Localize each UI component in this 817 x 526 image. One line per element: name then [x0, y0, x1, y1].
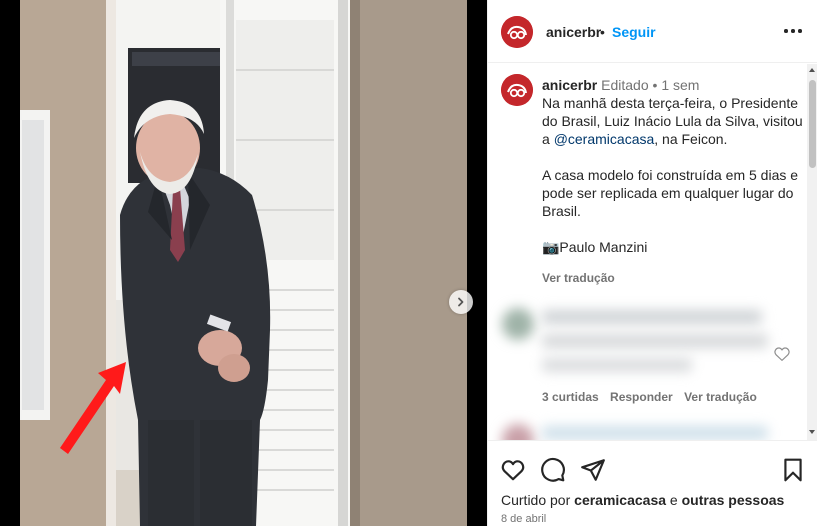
follow-button[interactable]: Seguir	[612, 24, 656, 40]
caption-header: anicerbr Editado • 1 sem	[542, 76, 699, 94]
likes-middle: e	[666, 492, 682, 508]
likes-user[interactable]: ceramicacasa	[574, 492, 666, 508]
caption-separator: •	[652, 77, 658, 93]
more-dot	[798, 29, 802, 33]
scroll-down-arrow[interactable]	[809, 430, 815, 434]
more-dot	[784, 29, 788, 33]
edited-label: Editado	[601, 77, 649, 93]
caption-time[interactable]: 1 sem	[661, 77, 699, 93]
bookmark-icon[interactable]	[780, 457, 806, 483]
brand-logo-icon	[501, 16, 533, 48]
post-media	[0, 0, 487, 526]
more-options-button[interactable]	[784, 22, 802, 40]
likes-summary: Curtido por ceramicacasa e outras pessoa…	[501, 492, 784, 508]
photo-illustration	[20, 0, 467, 526]
heart-outline-icon[interactable]	[773, 345, 791, 363]
mention-link[interactable]: @ceramicacasa	[554, 131, 655, 147]
carousel-next-button[interactable]	[449, 290, 473, 314]
blurred-comment-text	[542, 310, 762, 324]
blurred-comment-text	[542, 334, 768, 348]
reply-button[interactable]: Responder	[610, 390, 673, 404]
comments-list[interactable]: anicerbr Editado • 1 sem Na manhã desta …	[488, 64, 817, 440]
comment-see-translation[interactable]: Ver tradução	[684, 390, 757, 404]
blurred-comment-avatar	[502, 308, 534, 340]
caption-text: Na manhã desta terça-feira, o Presidente…	[542, 94, 804, 256]
caption-avatar[interactable]	[501, 74, 533, 106]
likes-others[interactable]: outras pessoas	[682, 492, 785, 508]
post-actions: Curtido por ceramicacasa e outras pessoa…	[488, 440, 817, 526]
likes-prefix: Curtido por	[501, 492, 575, 508]
post-date[interactable]: 8 de abril	[501, 513, 546, 525]
header-separator: •	[600, 24, 605, 40]
comment-icon[interactable]	[540, 457, 566, 483]
scroll-up-arrow[interactable]	[809, 68, 815, 72]
scroll-thumb[interactable]	[809, 80, 816, 168]
brand-logo-icon	[501, 74, 533, 106]
blurred-comment-avatar	[502, 424, 534, 440]
caption-text-part2: , na Feicon. A casa modelo foi construíd…	[542, 131, 799, 255]
more-dot	[791, 29, 795, 33]
heart-icon[interactable]	[500, 457, 526, 483]
avatar[interactable]	[501, 16, 533, 48]
blurred-comment-text	[542, 358, 692, 372]
post-sidebar: anicerbr • Seguir anicerbr Editado • 1 s…	[487, 0, 817, 526]
share-icon[interactable]	[580, 457, 606, 483]
chevron-right-icon	[458, 297, 464, 307]
post-header: anicerbr • Seguir	[488, 0, 817, 63]
comments-scrollbar[interactable]	[807, 64, 817, 440]
comment-meta: 3 curtidas Responder Ver tradução	[542, 390, 765, 404]
caption-author[interactable]: anicerbr	[542, 77, 597, 93]
see-translation-link[interactable]: Ver tradução	[542, 271, 615, 285]
comment-likes[interactable]: 3 curtidas	[542, 390, 599, 404]
post-author[interactable]: anicerbr	[546, 24, 601, 40]
post-photo[interactable]	[20, 0, 467, 526]
blurred-comment-text	[542, 426, 768, 440]
